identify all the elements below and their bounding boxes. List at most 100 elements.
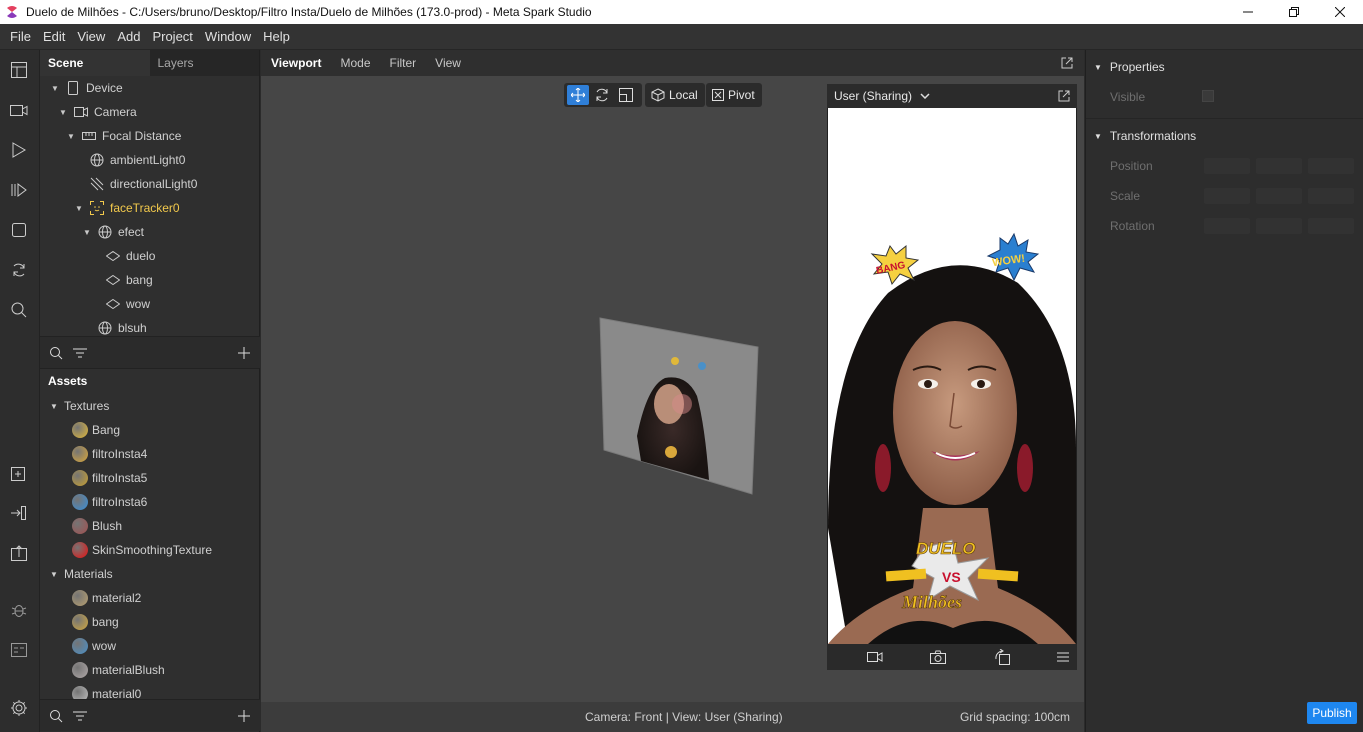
texture-item[interactable]: Blush [72, 514, 122, 538]
tree-item-face-tracker[interactable]: ▼ faceTracker0 [74, 196, 180, 220]
search-icon[interactable] [48, 345, 64, 361]
texture-item[interactable]: Bang [72, 418, 120, 442]
bug-icon[interactable] [9, 600, 29, 620]
texture-item[interactable]: filtroInsta5 [72, 466, 147, 490]
transformations-section-header[interactable]: ▼ Transformations [1094, 129, 1196, 143]
menu-help[interactable]: Help [257, 29, 296, 44]
globe-icon [98, 225, 112, 239]
material-item[interactable]: wow [72, 634, 116, 658]
search-icon[interactable] [9, 300, 29, 320]
rotation-x-field[interactable] [1204, 218, 1250, 234]
globe-icon [90, 153, 104, 167]
tree-item-directional-light[interactable]: directionalLight0 [90, 172, 197, 196]
tree-item-label: Camera [94, 105, 137, 119]
material-item[interactable]: bang [72, 610, 119, 634]
add-icon[interactable] [236, 345, 252, 361]
scale-y-field[interactable] [1256, 188, 1302, 204]
tab-scene[interactable]: Scene [40, 50, 150, 76]
refresh-icon[interactable] [9, 260, 29, 280]
tree-item-device[interactable]: ▼ Device [50, 76, 123, 100]
device-selector-label[interactable]: User (Sharing) [834, 89, 912, 103]
export-icon[interactable] [9, 543, 29, 563]
local-toggle[interactable]: Local [645, 83, 705, 107]
folder-materials[interactable]: ▼ Materials [50, 562, 113, 586]
rotation-z-field[interactable] [1308, 218, 1354, 234]
settings-gear-icon[interactable] [9, 698, 29, 718]
collapse-arrow-icon[interactable]: ▼ [1094, 132, 1102, 141]
material-item[interactable]: material2 [72, 586, 141, 610]
pop-out-icon[interactable] [1061, 57, 1073, 69]
position-label: Position [1110, 159, 1153, 173]
scale-x-field[interactable] [1204, 188, 1250, 204]
texture-item[interactable]: SkinSmoothingTexture [72, 538, 212, 562]
folder-textures[interactable]: ▼ Textures [50, 394, 109, 418]
step-forward-icon[interactable] [9, 180, 29, 200]
restore-button[interactable] [1271, 0, 1317, 24]
material-item[interactable]: materialBlush [72, 658, 165, 682]
menu-hamburger-icon[interactable] [1055, 649, 1071, 665]
menu-view[interactable]: View [71, 29, 111, 44]
video-camera-icon[interactable] [9, 100, 29, 120]
collapse-arrow-icon[interactable]: ▼ [1094, 63, 1102, 72]
collapse-arrow-icon[interactable]: ▼ [74, 204, 84, 213]
video-record-icon[interactable] [867, 649, 883, 665]
filter-icon[interactable] [72, 708, 88, 724]
texture-item[interactable]: filtroInsta4 [72, 442, 147, 466]
rotate-tool-button[interactable] [591, 85, 613, 105]
add-icon[interactable] [236, 708, 252, 724]
collapse-arrow-icon[interactable]: ▼ [50, 84, 60, 93]
position-y-field[interactable] [1256, 158, 1302, 174]
simulator-screen[interactable]: BANG WOW! DUELO VS Milhões [828, 108, 1076, 644]
collapse-arrow-icon[interactable]: ▼ [66, 132, 76, 141]
minimize-button[interactable] [1225, 0, 1271, 24]
scene-footer [40, 336, 260, 368]
tree-item-focal-distance[interactable]: ▼ Focal Distance [66, 124, 181, 148]
menu-project[interactable]: Project [146, 29, 198, 44]
collapse-arrow-icon[interactable]: ▼ [82, 228, 92, 237]
tree-item-efect[interactable]: ▼ efect [82, 220, 144, 244]
import-icon[interactable] [9, 503, 29, 523]
visible-checkbox[interactable] [1202, 90, 1214, 102]
play-icon[interactable] [9, 140, 29, 160]
layout-icon[interactable] [9, 60, 29, 80]
stop-icon[interactable] [9, 220, 29, 240]
position-x-field[interactable] [1204, 158, 1250, 174]
tree-item-ambient-light[interactable]: ambientLight0 [90, 148, 185, 172]
tab-viewport[interactable]: Viewport [271, 56, 321, 70]
pivot-toggle[interactable]: Pivot [706, 83, 762, 107]
tree-item-camera[interactable]: ▼ Camera [58, 100, 137, 124]
console-icon[interactable] [9, 640, 29, 660]
publish-button[interactable]: Publish [1307, 702, 1357, 724]
add-object-icon[interactable] [9, 463, 29, 483]
collapse-arrow-icon[interactable]: ▼ [50, 402, 60, 411]
tree-item-bang[interactable]: bang [106, 268, 153, 292]
filter-icon[interactable] [72, 345, 88, 361]
scale-tool-button[interactable] [615, 85, 637, 105]
position-z-field[interactable] [1308, 158, 1354, 174]
viewport[interactable]: Viewport Mode Filter View Local Pivot Us… [261, 50, 1084, 732]
chevron-down-icon[interactable] [920, 93, 930, 99]
tab-mode[interactable]: Mode [340, 56, 370, 70]
menu-add[interactable]: Add [111, 29, 146, 44]
scale-z-field[interactable] [1308, 188, 1354, 204]
properties-section-header[interactable]: ▼ Properties [1094, 60, 1165, 74]
tree-item-wow[interactable]: wow [106, 292, 150, 316]
menu-edit[interactable]: Edit [37, 29, 71, 44]
close-button[interactable] [1317, 0, 1363, 24]
collapse-arrow-icon[interactable]: ▼ [50, 570, 60, 579]
collapse-arrow-icon[interactable]: ▼ [58, 108, 68, 117]
screenshot-icon[interactable] [930, 649, 946, 665]
search-icon[interactable] [48, 708, 64, 724]
menu-file[interactable]: File [4, 29, 37, 44]
scene-plane[interactable] [597, 316, 759, 496]
tab-filter[interactable]: Filter [390, 56, 417, 70]
tab-view[interactable]: View [435, 56, 461, 70]
texture-item[interactable]: filtroInsta6 [72, 490, 147, 514]
rotate-device-icon[interactable] [994, 649, 1010, 665]
tree-item-duelo[interactable]: duelo [106, 244, 155, 268]
pop-out-icon[interactable] [1058, 90, 1070, 102]
rotation-y-field[interactable] [1256, 218, 1302, 234]
menu-window[interactable]: Window [199, 29, 257, 44]
tab-layers[interactable]: Layers [150, 50, 260, 76]
move-tool-button[interactable] [567, 85, 589, 105]
